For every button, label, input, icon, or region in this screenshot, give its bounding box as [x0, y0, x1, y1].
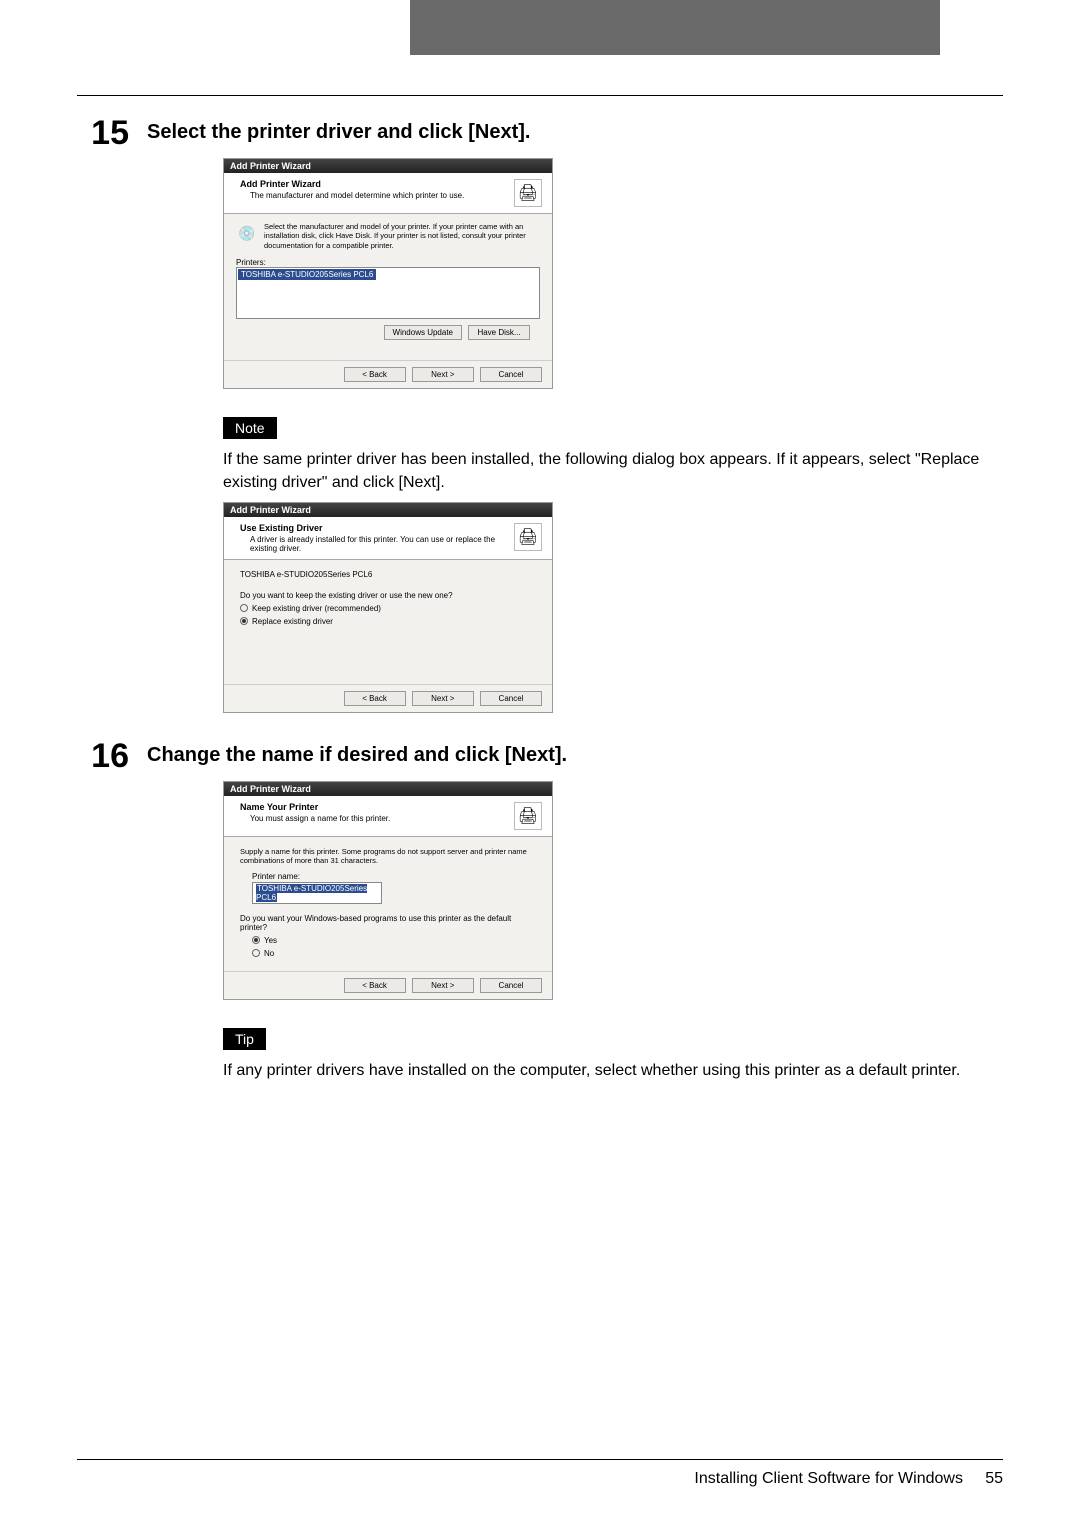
wizard-heading: Name Your Printer: [240, 802, 514, 812]
page-content: 15 Select the printer driver and click […: [77, 95, 1003, 1082]
cancel-button[interactable]: Cancel: [480, 978, 542, 993]
disk-icon: 💿: [236, 222, 258, 244]
radio-label: No: [264, 949, 274, 958]
wizard-header: Name Your Printer You must assign a name…: [224, 796, 552, 837]
wizard-subheading: The manufacturer and model determine whi…: [250, 191, 514, 200]
wizard-info-text: Supply a name for this printer. Some pro…: [240, 847, 536, 866]
wizard-existing-driver: Add Printer Wizard Use Existing Driver A…: [223, 502, 553, 713]
printers-label: Printers:: [236, 258, 540, 267]
default-printer-question: Do you want your Windows-based programs …: [240, 914, 536, 932]
wizard-name-printer: Add Printer Wizard Name Your Printer You…: [223, 781, 553, 1000]
step-number: 15: [77, 116, 129, 150]
printers-listbox[interactable]: TOSHIBA e-STUDIO205Series PCL6: [236, 267, 540, 319]
tip-block: Tip If any printer drivers have installe…: [223, 1028, 1003, 1082]
radio-icon: [240, 617, 248, 625]
footer-text: Installing Client Software for Windows: [694, 1470, 963, 1487]
back-button[interactable]: < Back: [344, 367, 406, 382]
step-title: Change the name if desired and click [Ne…: [147, 744, 567, 767]
windows-update-button[interactable]: Windows Update: [384, 325, 462, 340]
window-title: Add Printer Wizard: [224, 782, 552, 796]
back-button[interactable]: < Back: [344, 691, 406, 706]
wizard-subheading: A driver is already installed for this p…: [250, 535, 514, 553]
step-number: 16: [77, 739, 129, 773]
wizard-subheading: You must assign a name for this printer.: [250, 814, 514, 823]
wizard-header: Add Printer Wizard The manufacturer and …: [224, 173, 552, 214]
back-button[interactable]: < Back: [344, 978, 406, 993]
page-footer: Installing Client Software for Windows 5…: [77, 1459, 1003, 1488]
replace-existing-radio[interactable]: Replace existing driver: [240, 617, 536, 626]
printer-icon: 🖨: [514, 523, 542, 551]
next-button[interactable]: Next >: [412, 978, 474, 993]
radio-label: Keep existing driver (recommended): [252, 604, 381, 613]
page-number: 55: [985, 1470, 1003, 1487]
tip-text: If any printer drivers have installed on…: [223, 1060, 1003, 1082]
printer-name-input[interactable]: TOSHIBA e-STUDIO205Series PCL6: [252, 882, 382, 904]
step-16-header: 16 Change the name if desired and click …: [77, 739, 1003, 773]
radio-icon: [252, 936, 260, 944]
window-title: Add Printer Wizard: [224, 159, 552, 173]
default-yes-radio[interactable]: Yes: [252, 936, 536, 945]
have-disk-button[interactable]: Have Disk...: [468, 325, 530, 340]
cancel-button[interactable]: Cancel: [480, 367, 542, 382]
note-text: If the same printer driver has been inst…: [223, 449, 1003, 494]
wizard-heading: Add Printer Wizard: [240, 179, 514, 189]
printer-name-label: Printer name:: [252, 872, 536, 881]
note-block: Note If the same printer driver has been…: [223, 417, 1003, 494]
driver-name: TOSHIBA e-STUDIO205Series PCL6: [240, 570, 536, 579]
printer-icon: 🖨: [514, 802, 542, 830]
wizard-heading: Use Existing Driver: [240, 523, 514, 533]
default-no-radio[interactable]: No: [252, 949, 536, 958]
header-tab: [410, 0, 940, 55]
keep-existing-radio[interactable]: Keep existing driver (recommended): [240, 604, 536, 613]
tip-label: Tip: [223, 1028, 266, 1050]
wizard-header: Use Existing Driver A driver is already …: [224, 517, 552, 560]
radio-icon: [252, 949, 260, 957]
wizard-info-text: Select the manufacturer and model of you…: [264, 222, 540, 250]
radio-label: Yes: [264, 936, 277, 945]
step-15-header: 15 Select the printer driver and click […: [77, 116, 1003, 150]
printer-icon: 🖨: [514, 179, 542, 207]
next-button[interactable]: Next >: [412, 691, 474, 706]
window-title: Add Printer Wizard: [224, 503, 552, 517]
selected-printer[interactable]: TOSHIBA e-STUDIO205Series PCL6: [238, 269, 376, 280]
existing-question: Do you want to keep the existing driver …: [240, 591, 536, 600]
next-button[interactable]: Next >: [412, 367, 474, 382]
radio-icon: [240, 604, 248, 612]
note-label: Note: [223, 417, 277, 439]
cancel-button[interactable]: Cancel: [480, 691, 542, 706]
printer-name-value: TOSHIBA e-STUDIO205Series PCL6: [256, 884, 367, 902]
radio-label: Replace existing driver: [252, 617, 333, 626]
wizard-select-driver: Add Printer Wizard Add Printer Wizard Th…: [223, 158, 553, 389]
step-title: Select the printer driver and click [Nex…: [147, 121, 530, 144]
